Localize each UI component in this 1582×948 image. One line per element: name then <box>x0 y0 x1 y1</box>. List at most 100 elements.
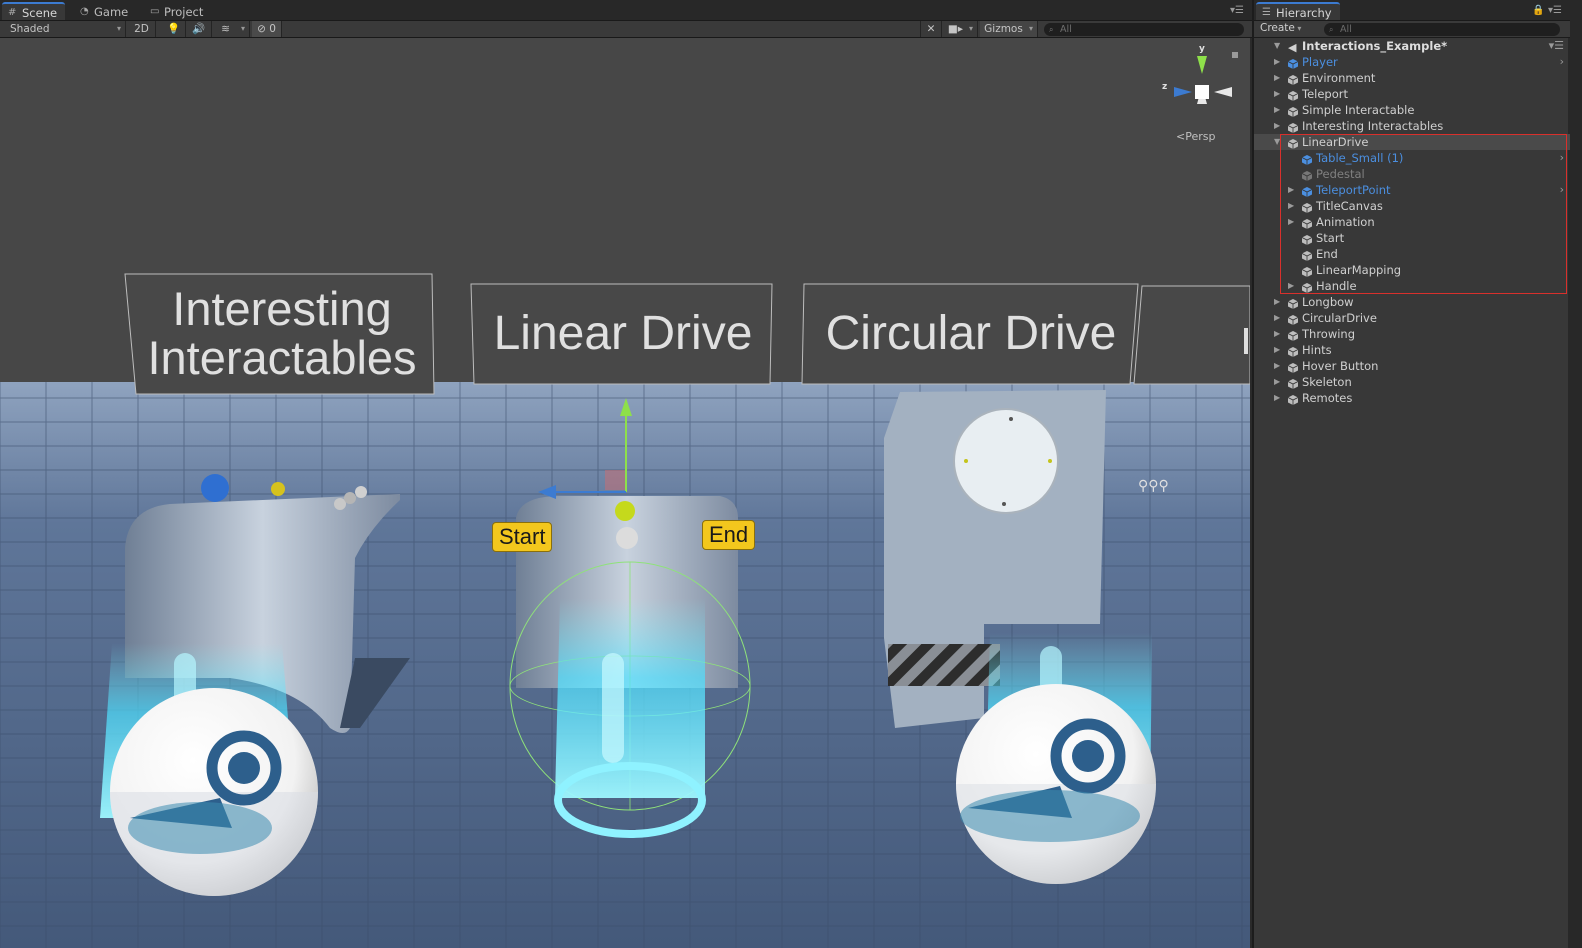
gameobject-cube-icon <box>1301 281 1313 293</box>
hierarchy-item[interactable]: ▶ Handle <box>1254 278 1570 294</box>
expand-arrow-icon[interactable]: ▶ <box>1274 70 1280 86</box>
hierarchy-item[interactable]: Pedestal <box>1254 166 1570 182</box>
hierarchy-item[interactable]: Table_Small (1) › <box>1254 150 1570 166</box>
expand-arrow-icon[interactable]: ▶ <box>1288 214 1294 230</box>
expand-arrow-icon[interactable]: ▶ <box>1274 86 1280 102</box>
hierarchy-item[interactable]: ▶ Teleport <box>1254 86 1570 102</box>
hierarchy-item-label: Remotes <box>1302 391 1353 405</box>
hierarchy-item[interactable]: Start <box>1254 230 1570 246</box>
create-dropdown[interactable]: Create <box>1260 22 1301 34</box>
projection-toggle[interactable]: <Persp <box>1176 130 1215 143</box>
search-icon: ⌕ <box>1049 25 1054 34</box>
collapse-arrow-icon[interactable]: ▼ <box>1274 134 1280 150</box>
hierarchy-item[interactable]: ▶ Simple Interactable <box>1254 102 1570 118</box>
hierarchy-item-label: LinearMapping <box>1316 263 1402 277</box>
hierarchy-lock-icon[interactable]: 🔒 ▾☰ <box>1532 5 1562 16</box>
hierarchy-item-label: Skeleton <box>1302 375 1352 389</box>
prefab-cube-icon <box>1287 57 1299 69</box>
hierarchy-search-input[interactable]: ⌕ All <box>1324 23 1560 36</box>
expand-arrow-icon[interactable]: ▶ <box>1288 182 1294 198</box>
gameobject-cube-icon <box>1301 201 1313 213</box>
tab-hierarchy[interactable]: ☰ Hierarchy <box>1256 2 1340 20</box>
hierarchy-item[interactable]: ▶ Hints <box>1254 342 1570 358</box>
hierarchy-item-label: Longbow <box>1302 295 1354 309</box>
tools-icon[interactable]: ✕ <box>920 21 942 37</box>
hierarchy-item[interactable]: ▶ Skeleton <box>1254 374 1570 390</box>
expand-arrow-icon[interactable]: ▶ <box>1274 326 1280 342</box>
end-point-label[interactable]: End <box>702 520 756 550</box>
gameobject-cube-icon <box>1287 105 1299 117</box>
scene-viewport[interactable]: ⚲⚲⚲ Interesting Interactables Linear Dri… <box>0 38 1250 948</box>
sign-circular-drive: Circular Drive <box>825 307 1117 360</box>
tab-hierarchy-label: Hierarchy <box>1276 6 1332 20</box>
lighting-icon[interactable]: 💡 <box>162 21 186 37</box>
camera-icon[interactable]: ■▸ <box>944 21 978 37</box>
hierarchy-item-label: Handle <box>1316 279 1357 293</box>
hierarchy-item-label: Interesting Interactables <box>1302 119 1444 133</box>
hierarchy-item[interactable]: ▼ LinearDrive <box>1254 134 1570 150</box>
prefab-cube-icon <box>1301 185 1313 197</box>
hierarchy-item[interactable]: ▶ TeleportPoint › <box>1254 182 1570 198</box>
draw-mode-label: Shaded <box>10 23 50 35</box>
expand-arrow-icon[interactable]: ▶ <box>1274 102 1280 118</box>
gameobject-cube-icon <box>1287 377 1299 389</box>
hierarchy-panel: ☰ Hierarchy 🔒 ▾☰ Create ⌕ All ▼ ◀ Intera… <box>1252 0 1570 948</box>
tab-game[interactable]: ◔ Game <box>74 3 136 21</box>
expand-arrow-icon[interactable]: ▶ <box>1274 118 1280 134</box>
expand-arrow-icon[interactable]: ▶ <box>1274 342 1280 358</box>
chevron-right-icon[interactable]: › <box>1560 150 1564 166</box>
hierarchy-item[interactable]: ▶ CircularDrive <box>1254 310 1570 326</box>
audio-icon[interactable]: 🔊 <box>186 21 212 37</box>
hierarchy-item[interactable]: ▶ Animation <box>1254 214 1570 230</box>
scene-menu-icon[interactable]: ▾☰ <box>1549 38 1564 54</box>
tab-scene-label: Scene <box>22 6 58 20</box>
steam-ball-left <box>110 688 318 896</box>
hierarchy-item[interactable]: ▶ Throwing <box>1254 326 1570 342</box>
hierarchy-item-label: Start <box>1316 231 1345 245</box>
gameobject-cube-icon <box>1287 89 1299 101</box>
draw-mode-dropdown[interactable]: Shaded <box>0 21 126 37</box>
hierarchy-item-label: Player <box>1302 55 1338 69</box>
expand-arrow-icon[interactable]: ▶ <box>1274 358 1280 374</box>
chevron-right-icon[interactable]: › <box>1560 182 1564 198</box>
gameobject-cube-icon <box>1301 233 1313 245</box>
expand-arrow-icon[interactable]: ▶ <box>1288 278 1294 294</box>
gizmo-z-label[interactable]: z <box>1162 82 1167 92</box>
gizmo-y-label[interactable]: y <box>1199 44 1205 54</box>
hierarchy-item[interactable]: ▶ Interesting Interactables <box>1254 118 1570 134</box>
hierarchy-item[interactable]: ▶ TitleCanvas <box>1254 198 1570 214</box>
chevron-right-icon[interactable]: › <box>1560 54 1564 70</box>
expand-arrow-icon[interactable]: ▶ <box>1274 310 1280 326</box>
hierarchy-item-label: Simple Interactable <box>1302 103 1415 117</box>
tab-project[interactable]: ▭ Project <box>144 3 211 21</box>
start-point-label[interactable]: Start <box>492 522 553 552</box>
hierarchy-item-label: CircularDrive <box>1302 311 1377 325</box>
expand-arrow-icon[interactable]: ▶ <box>1274 390 1280 406</box>
scene-search-placeholder: All <box>1060 24 1072 35</box>
hierarchy-item[interactable]: ▶ Environment <box>1254 70 1570 86</box>
gameobject-cube-icon <box>1287 121 1299 133</box>
sign-interesting-line1: Interesting <box>172 282 392 335</box>
hierarchy-item[interactable]: ▶ Hover Button <box>1254 358 1570 374</box>
tab-project-label: Project <box>164 5 204 19</box>
hierarchy-item[interactable]: End <box>1254 246 1570 262</box>
panel-menu-icon[interactable]: ▾☰ <box>1230 5 1244 16</box>
expand-arrow-icon[interactable]: ▶ <box>1274 374 1280 390</box>
hierarchy-item[interactable]: ▶ Remotes <box>1254 390 1570 406</box>
hierarchy-item-label: Teleport <box>1302 87 1348 101</box>
projection-label: Persp <box>1185 130 1216 143</box>
hierarchy-item[interactable]: ▶ Player › <box>1254 54 1570 70</box>
tab-scene[interactable]: # Scene <box>2 2 66 20</box>
expand-arrow-icon[interactable]: ▼ <box>1274 38 1280 54</box>
expand-arrow-icon[interactable]: ▶ <box>1274 54 1280 70</box>
effects-icon[interactable]: ≋ <box>212 21 250 37</box>
scene-search-input[interactable]: ⌕ All <box>1044 23 1244 36</box>
scene-root-row[interactable]: ▼ ◀ Interactions_Example* ▾☰ <box>1254 38 1570 54</box>
gizmos-dropdown[interactable]: Gizmos <box>980 21 1038 37</box>
toggle-2d-button[interactable]: 2D <box>128 21 156 37</box>
expand-arrow-icon[interactable]: ▶ <box>1274 294 1280 310</box>
hierarchy-item[interactable]: ▶ Longbow <box>1254 294 1570 310</box>
expand-arrow-icon[interactable]: ▶ <box>1288 198 1294 214</box>
hierarchy-item[interactable]: LinearMapping <box>1254 262 1570 278</box>
hidden-objects-toggle[interactable]: ⊘ 0 <box>252 21 282 37</box>
